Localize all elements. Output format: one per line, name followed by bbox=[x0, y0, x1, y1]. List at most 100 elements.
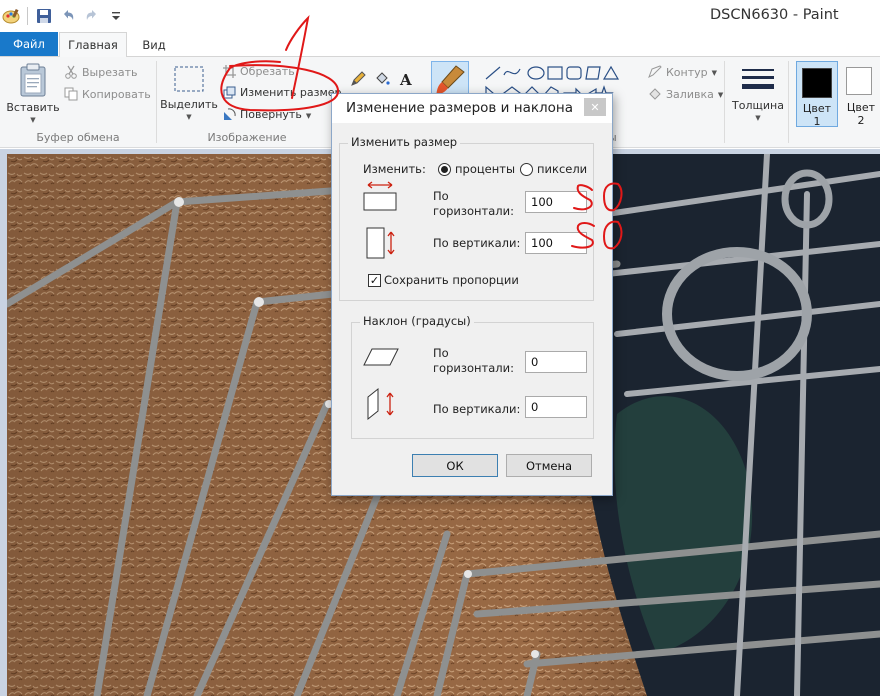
resize-horizontal-input[interactable] bbox=[525, 191, 587, 213]
color1-number: 1 bbox=[813, 115, 821, 128]
tab-file[interactable]: Файл bbox=[0, 32, 58, 56]
select-dropdown-icon: ▼ bbox=[186, 113, 192, 121]
pencil-icon[interactable] bbox=[350, 71, 366, 87]
skew-legend: Наклон (градусы) bbox=[360, 314, 474, 328]
skew-horizontal-input[interactable] bbox=[525, 351, 587, 373]
outline-icon bbox=[648, 65, 662, 79]
save-icon[interactable] bbox=[33, 5, 55, 27]
size-dropdown-icon: ▼ bbox=[755, 114, 761, 122]
image-group-label: Изображение bbox=[207, 131, 287, 144]
color1-swatch bbox=[802, 68, 832, 98]
color2-label: Цвет bbox=[846, 101, 876, 114]
clipboard-group-label: Буфер обмена bbox=[36, 131, 120, 144]
dialog-close-button[interactable]: ✕ bbox=[584, 98, 606, 116]
scissors-icon bbox=[65, 65, 77, 79]
cut-button[interactable]: Вырезать bbox=[64, 65, 137, 79]
title-bar: DSCN6630 - Paint bbox=[0, 0, 880, 32]
group-separator bbox=[788, 61, 789, 143]
skew-horizontal-icon bbox=[363, 348, 399, 366]
qat-separator bbox=[27, 7, 28, 25]
pixels-label[interactable]: пиксели bbox=[537, 161, 587, 177]
tab-view[interactable]: Вид bbox=[132, 32, 176, 57]
size-label: Толщина bbox=[732, 99, 784, 112]
fill-bucket-icon[interactable] bbox=[374, 71, 390, 87]
dialog-title: Изменение размеров и наклона bbox=[346, 100, 573, 116]
resize-icon bbox=[223, 86, 236, 99]
select-button[interactable]: Выделить ▼ bbox=[160, 65, 218, 121]
ok-button[interactable]: ОК bbox=[412, 454, 498, 477]
paste-dropdown-icon: ▼ bbox=[30, 116, 36, 124]
resize-button[interactable]: Изменить размер bbox=[223, 86, 342, 99]
resize-vertical-label: По вертикали: bbox=[433, 236, 521, 250]
keep-ratio-label[interactable]: Сохранить пропорции bbox=[384, 272, 519, 288]
clipboard-group: Вставить ▼ Вырезать Копировать Буфер обм… bbox=[0, 57, 156, 147]
resize-fieldset: Изменить размер Изменить: проценты пиксе… bbox=[339, 135, 594, 301]
size-button[interactable]: Толщина ▼ bbox=[732, 67, 784, 122]
clipboard-icon bbox=[20, 63, 46, 97]
dialog-title-bar[interactable]: Изменение размеров и наклона ✕ bbox=[332, 94, 612, 123]
select-rectangle-icon bbox=[174, 66, 204, 92]
outline-label: Контур bbox=[666, 65, 708, 79]
pixels-radio[interactable] bbox=[520, 163, 533, 176]
customize-qat-icon[interactable] bbox=[105, 5, 127, 27]
window-title: DSCN6630 - Paint bbox=[710, 7, 839, 23]
percent-radio[interactable] bbox=[438, 163, 451, 176]
resize-horizontal-label-line2: горизонтали: bbox=[433, 204, 514, 218]
tools-row: A bbox=[350, 71, 414, 87]
color2-number: 2 bbox=[857, 114, 865, 127]
resize-label: Изменить размер bbox=[240, 86, 342, 99]
crop-button[interactable]: Обрезать bbox=[223, 65, 295, 78]
resize-skew-dialog: Изменение размеров и наклона ✕ Изменить … bbox=[331, 93, 613, 496]
fill-button[interactable]: Заливка ▼ bbox=[648, 87, 723, 101]
close-icon: ✕ bbox=[590, 100, 600, 114]
skew-horizontal-label-line2: горизонтали: bbox=[433, 361, 514, 375]
copy-label: Копировать bbox=[82, 87, 151, 101]
outline-button[interactable]: Контур ▼ bbox=[648, 65, 717, 79]
percent-label[interactable]: проценты bbox=[455, 161, 515, 177]
skew-horizontal-label-line1: По bbox=[433, 346, 449, 360]
select-label: Выделить bbox=[160, 98, 218, 111]
resize-legend: Изменить размер bbox=[348, 135, 461, 149]
crop-label: Обрезать bbox=[240, 65, 295, 78]
fill-dropdown-icon: ▼ bbox=[717, 91, 724, 99]
fill-icon bbox=[649, 88, 661, 100]
paint-app-icon[interactable] bbox=[0, 5, 22, 27]
image-group: Выделить ▼ Обрезать Изменить размер Пове… bbox=[157, 57, 342, 147]
copy-button[interactable]: Копировать bbox=[64, 87, 151, 101]
svg-text:A: A bbox=[399, 71, 412, 87]
paste-button[interactable]: Вставить ▼ bbox=[6, 63, 60, 124]
skew-vertical-icon bbox=[367, 387, 394, 421]
resize-vertical-input[interactable] bbox=[525, 232, 587, 254]
paste-label: Вставить bbox=[6, 101, 60, 114]
crop-icon bbox=[223, 65, 236, 78]
quick-access-toolbar bbox=[0, 4, 127, 28]
group-separator bbox=[724, 61, 725, 143]
text-tool-icon[interactable]: A bbox=[398, 71, 414, 87]
resize-by-label: Изменить: bbox=[363, 162, 426, 176]
cut-label: Вырезать bbox=[82, 65, 138, 79]
color2-swatch bbox=[846, 67, 872, 95]
rotate-button[interactable]: Повернуть ▼ bbox=[223, 108, 311, 121]
undo-icon[interactable] bbox=[57, 5, 79, 27]
color1-label: Цвет bbox=[802, 102, 832, 115]
vertical-resize-icon bbox=[366, 227, 395, 259]
keep-ratio-checkbox[interactable]: ✓ bbox=[368, 274, 381, 287]
tab-home[interactable]: Главная bbox=[59, 32, 127, 57]
rotate-dropdown-icon: ▼ bbox=[305, 111, 312, 120]
color2-button[interactable]: Цвет 2 bbox=[842, 61, 880, 127]
outline-dropdown-icon: ▼ bbox=[711, 69, 718, 77]
rotate-label: Повернуть bbox=[240, 108, 302, 121]
redo-icon[interactable] bbox=[81, 5, 103, 27]
copy-icon bbox=[64, 87, 78, 101]
resize-horizontal-label-line1: По bbox=[433, 189, 449, 203]
skew-vertical-input[interactable] bbox=[525, 396, 587, 418]
cancel-button[interactable]: Отмена bbox=[506, 454, 592, 477]
ribbon-tabs: Файл Главная Вид bbox=[0, 32, 880, 57]
rotate-icon bbox=[224, 108, 236, 120]
skew-vertical-label: По вертикали: bbox=[433, 402, 521, 416]
color1-button[interactable]: Цвет 1 bbox=[796, 61, 838, 128]
horizontal-resize-icon bbox=[363, 181, 397, 211]
fill-label: Заливка bbox=[666, 87, 714, 101]
skew-fieldset: Наклон (градусы) По горизонтали: По верт… bbox=[351, 314, 594, 439]
line-thickness-icon bbox=[742, 69, 774, 89]
